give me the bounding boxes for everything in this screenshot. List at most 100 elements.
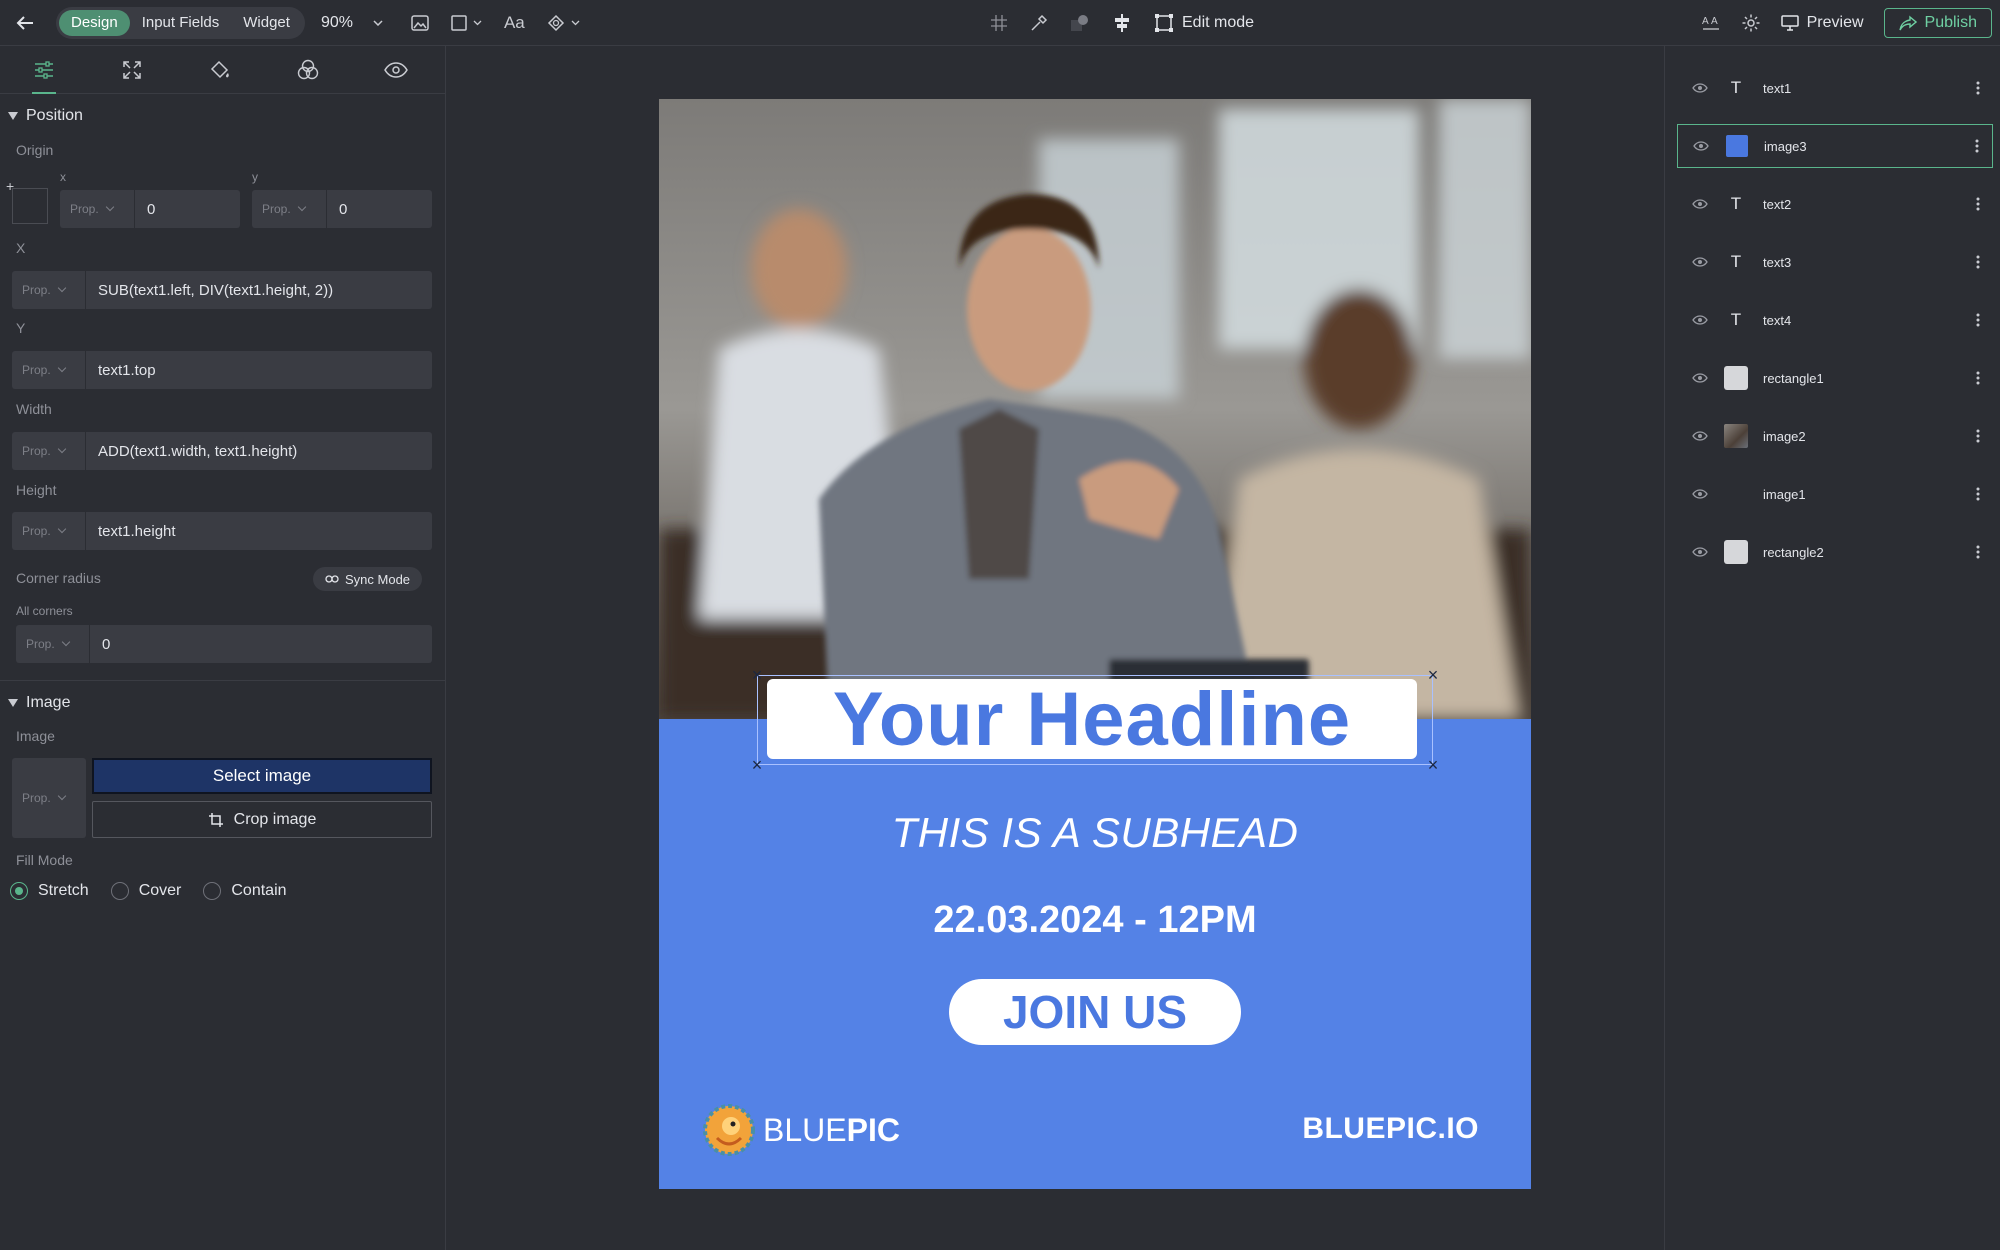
empty-thumbnail — [1723, 481, 1749, 507]
eye-icon[interactable] — [1677, 373, 1723, 383]
tab-input-fields[interactable]: Input Fields — [130, 10, 232, 36]
fill-mode-option-label: Stretch — [38, 882, 89, 899]
prop-label: Prop. — [262, 202, 291, 216]
resize-handle-icon[interactable]: × — [750, 756, 764, 774]
prop-dropdown[interactable]: Prop. — [12, 758, 86, 838]
image-label: Image — [16, 728, 55, 744]
layer-name: image1 — [1763, 486, 1806, 502]
more-vertical-icon[interactable] — [1963, 429, 1993, 443]
text-size-icon[interactable]: AA — [1701, 13, 1721, 33]
resize-handle-icon[interactable]: × — [1426, 756, 1440, 774]
prop-dropdown[interactable]: Prop. — [12, 351, 86, 389]
layer-item-image2[interactable]: image2 — [1677, 414, 1993, 458]
sliders-icon — [35, 60, 53, 79]
grid-icon[interactable] — [990, 14, 1008, 32]
eye-icon[interactable] — [1678, 141, 1724, 151]
brand-url-text[interactable]: BLUEPIC.IO — [1302, 1112, 1479, 1146]
eyedropper-icon[interactable] — [1030, 14, 1048, 32]
more-vertical-icon[interactable] — [1963, 371, 1993, 385]
more-vertical-icon[interactable] — [1963, 487, 1993, 501]
more-vertical-icon[interactable] — [1963, 197, 1993, 211]
sync-mode-button[interactable]: Sync Mode — [313, 567, 423, 591]
origin-x-input[interactable]: 0 — [135, 201, 155, 218]
layer-item-rectangle1[interactable]: rectangle1 — [1677, 356, 1993, 400]
more-vertical-icon[interactable] — [1963, 313, 1993, 327]
eye-icon[interactable] — [1677, 315, 1723, 325]
layer-item-text1[interactable]: T text1 — [1677, 66, 1993, 110]
photo-thumbnail-icon — [1723, 423, 1749, 449]
eye-icon[interactable] — [1677, 257, 1723, 267]
more-vertical-icon[interactable] — [1962, 139, 1992, 153]
tab-design[interactable]: Design — [59, 9, 130, 36]
layer-item-image1[interactable]: image1 — [1677, 472, 1993, 516]
width-input[interactable]: ADD(text1.width, text1.height) — [86, 443, 297, 460]
join-us-cta[interactable]: JOIN US — [949, 979, 1241, 1045]
fill-mode-cover[interactable]: Cover — [110, 882, 181, 900]
rectangle-swatch-icon — [1723, 539, 1749, 565]
mask-icon[interactable] — [1070, 14, 1090, 32]
zoom-select[interactable]: 90% — [321, 14, 383, 32]
image-tool-icon[interactable] — [411, 14, 429, 31]
x-input[interactable]: SUB(text1.left, DIV(text1.height, 2)) — [86, 282, 333, 299]
layer-item-image3[interactable]: image3 — [1677, 124, 1993, 168]
prop-dropdown[interactable]: Prop. — [252, 190, 327, 228]
tab-visibility[interactable] — [352, 46, 440, 94]
prop-dropdown[interactable]: Prop. — [60, 190, 135, 228]
corner-radius-input[interactable]: 0 — [90, 636, 110, 653]
publish-button[interactable]: Publish — [1883, 8, 1992, 38]
eye-icon[interactable] — [1677, 199, 1723, 209]
position-section-header[interactable]: Position — [0, 94, 445, 138]
origin-y-input[interactable]: 0 — [327, 201, 347, 218]
prop-dropdown[interactable]: Prop. — [12, 271, 86, 309]
component-tool-icon[interactable] — [547, 14, 580, 32]
text-tool-icon[interactable]: Aa — [504, 13, 525, 33]
all-corners-label: All corners — [16, 604, 73, 618]
origin-picker[interactable] — [12, 188, 48, 224]
layer-item-text2[interactable]: T text2 — [1677, 182, 1993, 226]
y-input[interactable]: text1.top — [86, 362, 156, 379]
prop-dropdown[interactable]: Prop. — [16, 625, 90, 663]
brand-logo[interactable]: BLUEPIC — [703, 1104, 900, 1156]
height-input[interactable]: text1.height — [86, 523, 176, 540]
event-photo[interactable] — [659, 99, 1531, 719]
image-section-header[interactable]: Image — [0, 681, 70, 725]
more-vertical-icon[interactable] — [1963, 81, 1993, 95]
fill-mode-stretch[interactable]: Stretch — [10, 882, 89, 900]
shape-tool-icon[interactable] — [451, 14, 482, 31]
layer-item-rectangle2[interactable]: rectangle2 — [1677, 530, 1993, 574]
design-canvas[interactable]: × × × × Your Headline THIS IS A SUBHEAD … — [447, 46, 1664, 1250]
more-vertical-icon[interactable] — [1963, 545, 1993, 559]
poster-artboard[interactable]: × × × × Your Headline THIS IS A SUBHEAD … — [659, 99, 1531, 1189]
crop-image-button[interactable]: Crop image — [92, 801, 432, 838]
tab-resize[interactable] — [88, 46, 176, 94]
fill-mode-contain[interactable]: Contain — [203, 882, 287, 900]
prop-dropdown[interactable]: Prop. — [12, 512, 86, 550]
layer-item-text4[interactable]: T text4 — [1677, 298, 1993, 342]
eye-icon[interactable] — [1677, 431, 1723, 441]
tab-effects[interactable] — [264, 46, 352, 94]
resize-handle-icon[interactable]: × — [1426, 666, 1440, 684]
prop-dropdown[interactable]: Prop. — [12, 432, 86, 470]
select-image-button[interactable]: Select image — [92, 758, 432, 794]
eye-icon[interactable] — [1677, 547, 1723, 557]
fill-mode-label: Fill Mode — [16, 852, 73, 868]
back-arrow-icon[interactable] — [0, 0, 50, 46]
subhead-text[interactable]: THIS IS A SUBHEAD — [659, 809, 1531, 857]
date-time-text[interactable]: 22.03.2024 - 12PM — [659, 899, 1531, 942]
eye-icon[interactable] — [1677, 83, 1723, 93]
tab-widget[interactable]: Widget — [231, 10, 302, 36]
tab-sliders[interactable] — [0, 46, 88, 94]
more-vertical-icon[interactable] — [1963, 255, 1993, 269]
align-center-icon[interactable] — [1112, 13, 1132, 33]
settings-gear-icon[interactable] — [1741, 13, 1761, 33]
edit-mode-button[interactable]: Edit mode — [1154, 13, 1254, 33]
crop-icon — [208, 812, 223, 827]
eye-icon[interactable] — [1677, 489, 1723, 499]
layer-item-text3[interactable]: T text3 — [1677, 240, 1993, 284]
headline-text[interactable]: Your Headline — [767, 677, 1417, 762]
fill-mode-radios: Stretch Cover Contain — [10, 882, 287, 900]
resize-handle-icon[interactable]: × — [750, 666, 764, 684]
preview-button[interactable]: Preview — [1780, 14, 1864, 32]
x-field: Prop. SUB(text1.left, DIV(text1.height, … — [12, 271, 432, 309]
tab-fill[interactable] — [176, 46, 264, 94]
